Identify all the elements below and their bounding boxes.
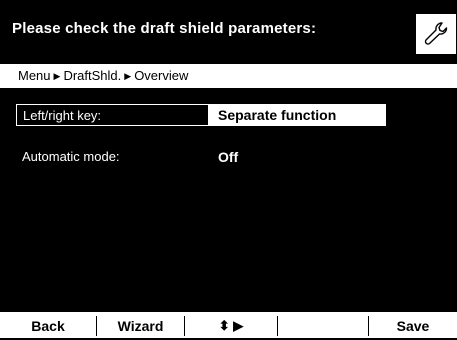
- parameter-label: Automatic mode:: [22, 149, 120, 164]
- parameter-row-automatic-mode[interactable]: Automatic mode: Off: [0, 146, 457, 168]
- softkey-bar: Back Wizard ⬍ ▶ Save: [0, 312, 457, 338]
- empty-softkey[interactable]: [278, 312, 368, 338]
- wrench-icon: [424, 22, 448, 45]
- breadcrumb-item-overview: Overview: [134, 68, 189, 83]
- wizard-button[interactable]: Wizard: [97, 312, 184, 338]
- parameter-value[interactable]: Off: [208, 146, 386, 168]
- parameter-label: Left/right key:: [16, 104, 208, 126]
- parameter-value[interactable]: Separate function: [208, 104, 386, 126]
- save-button[interactable]: Save: [369, 312, 457, 338]
- navigate-button[interactable]: ⬍ ▶: [185, 312, 277, 338]
- breadcrumb-item-draftshield[interactable]: DraftShld.: [63, 68, 121, 83]
- breadcrumb: Menu ▶ DraftShld. ▶ Overview: [0, 64, 457, 88]
- triangle-right-icon: ▶: [124, 71, 132, 81]
- parameter-row-left-right-key[interactable]: Left/right key: Separate function: [0, 104, 457, 126]
- breadcrumb-item-menu[interactable]: Menu: [18, 68, 51, 83]
- page-title: Please check the draft shield parameters…: [12, 20, 317, 37]
- back-button[interactable]: Back: [0, 312, 96, 338]
- settings-button[interactable]: [415, 14, 456, 54]
- header-bar: Please check the draft shield parameters…: [0, 0, 457, 64]
- triangle-right-icon: ▶: [53, 71, 61, 81]
